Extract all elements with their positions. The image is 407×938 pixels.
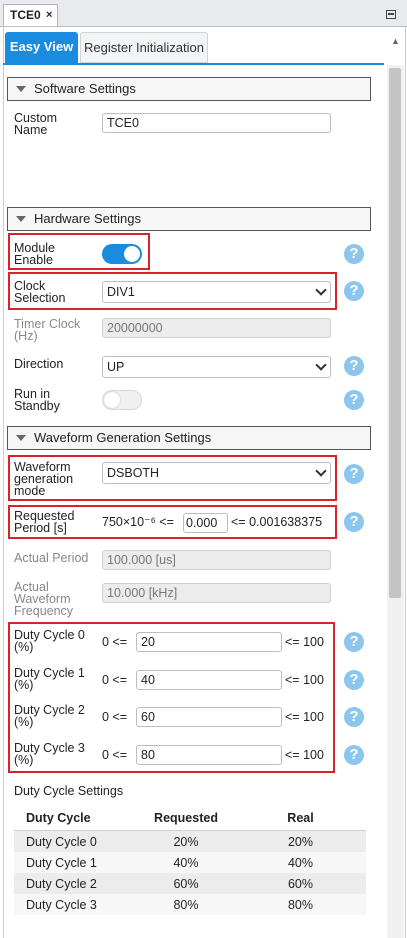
direction-select[interactable]: UP bbox=[102, 356, 331, 378]
table-row: Duty Cycle 0 20% 20% bbox=[14, 830, 366, 852]
table-row: Duty Cycle 3 80% 80% bbox=[14, 894, 366, 915]
table-cell: Duty Cycle 1 bbox=[14, 852, 137, 873]
column-header: Requested bbox=[137, 806, 235, 831]
help-icon[interactable]: ? bbox=[344, 356, 364, 376]
tab-underline bbox=[3, 63, 384, 65]
duty-cycle-2-max: <= 100 bbox=[285, 710, 324, 724]
table-cell: 60% bbox=[235, 873, 366, 894]
help-icon[interactable]: ? bbox=[344, 745, 364, 765]
document-tab-tce0[interactable]: TCE0 × bbox=[3, 4, 58, 26]
table-cell: 40% bbox=[235, 852, 366, 873]
timer-clock-label: Timer Clock (Hz) bbox=[14, 317, 81, 343]
column-header: Duty Cycle bbox=[14, 806, 137, 831]
chevron-down-icon bbox=[315, 465, 327, 477]
toggle-knob bbox=[124, 246, 140, 262]
minimize-icon[interactable] bbox=[386, 10, 396, 19]
help-icon[interactable]: ? bbox=[344, 670, 364, 690]
duty-cycle-3-min: 0 <= bbox=[102, 748, 128, 762]
table-row: Duty Cycle 1 40% 40% bbox=[14, 852, 366, 873]
column-header: Real bbox=[235, 806, 366, 831]
custom-name-input[interactable]: TCE0 bbox=[102, 113, 331, 133]
direction-label: Direction bbox=[14, 357, 64, 371]
tab-register-initialization[interactable]: Register Initialization bbox=[80, 32, 208, 63]
duty-cycle-0-max: <= 100 bbox=[285, 635, 324, 649]
collapse-triangle-icon bbox=[16, 216, 26, 222]
actual-waveform-frequency-label: Actual Waveform Frequency bbox=[14, 580, 74, 618]
help-icon[interactable]: ? bbox=[344, 390, 364, 410]
timer-clock-field: 20000000 bbox=[102, 318, 331, 338]
section-hardware-settings[interactable]: Hardware Settings bbox=[7, 207, 371, 231]
waveform-mode-select[interactable]: DSBOTH bbox=[102, 462, 331, 484]
help-icon[interactable]: ? bbox=[344, 464, 364, 484]
section-software-settings[interactable]: Software Settings bbox=[7, 77, 371, 101]
tab-easy-view[interactable]: Easy View bbox=[5, 32, 78, 63]
module-enable-toggle[interactable] bbox=[102, 244, 142, 264]
duty-cycle-2-input[interactable]: 60 bbox=[136, 707, 282, 727]
duty-cycle-1-label: Duty Cycle 1 (%) bbox=[14, 666, 85, 692]
clock-selection-select[interactable]: DIV1 bbox=[102, 281, 331, 303]
table-header-row: Duty Cycle Requested Real bbox=[14, 806, 366, 831]
table-cell: 80% bbox=[235, 894, 366, 915]
duty-cycle-0-label: Duty Cycle 0 (%) bbox=[14, 628, 85, 654]
table-cell: 60% bbox=[137, 873, 235, 894]
duty-cycle-2-min: 0 <= bbox=[102, 710, 128, 724]
help-icon[interactable]: ? bbox=[344, 707, 364, 727]
duty-cycle-2-label: Duty Cycle 2 (%) bbox=[14, 703, 85, 729]
requested-period-max: <= 0.001638375 bbox=[231, 515, 323, 529]
requested-period-label: Requested Period [s] bbox=[14, 509, 75, 535]
document-tab-strip bbox=[0, 0, 407, 27]
collapse-triangle-icon bbox=[16, 86, 26, 92]
chevron-down-icon bbox=[315, 284, 327, 296]
table-cell: Duty Cycle 2 bbox=[14, 873, 137, 894]
document-tab-title: TCE0 bbox=[10, 8, 41, 22]
table-cell: 20% bbox=[137, 830, 235, 852]
table-cell: 40% bbox=[137, 852, 235, 873]
clock-selection-label: Clock Selection bbox=[14, 279, 66, 305]
help-icon[interactable]: ? bbox=[344, 281, 364, 301]
help-icon[interactable]: ? bbox=[344, 244, 364, 264]
table-cell: Duty Cycle 3 bbox=[14, 894, 137, 915]
waveform-mode-value: DSBOTH bbox=[107, 466, 160, 480]
direction-value: UP bbox=[107, 360, 125, 374]
scrollbar-thumb[interactable] bbox=[389, 68, 401, 598]
module-enable-label: Module Enable bbox=[14, 241, 55, 267]
toggle-knob bbox=[104, 392, 120, 408]
collapse-triangle-icon bbox=[16, 435, 26, 441]
run-in-standby-toggle[interactable] bbox=[102, 390, 142, 410]
help-icon[interactable]: ? bbox=[344, 632, 364, 652]
run-in-standby-label: Run in Standby bbox=[14, 387, 60, 413]
duty-cycle-0-input[interactable]: 20 bbox=[136, 632, 282, 652]
scroll-up-arrow-icon[interactable]: ▲ bbox=[391, 36, 400, 46]
section-waveform-generation-settings[interactable]: Waveform Generation Settings bbox=[7, 426, 371, 450]
duty-cycle-table: Duty Cycle Requested Real Duty Cycle 0 2… bbox=[14, 806, 366, 915]
duty-cycle-3-input[interactable]: 80 bbox=[136, 745, 282, 765]
duty-cycle-0-min: 0 <= bbox=[102, 635, 128, 649]
actual-period-field: 100.000 [us] bbox=[102, 550, 331, 570]
table-cell: Duty Cycle 0 bbox=[14, 830, 137, 852]
custom-name-label: Custom Name bbox=[14, 111, 58, 137]
chevron-down-icon bbox=[315, 359, 327, 371]
table-row: Duty Cycle 2 60% 60% bbox=[14, 873, 366, 894]
waveform-mode-label: Waveform generation mode bbox=[14, 460, 74, 498]
section-title: Software Settings bbox=[34, 81, 136, 96]
duty-cycle-1-input[interactable]: 40 bbox=[136, 670, 282, 690]
clock-selection-value: DIV1 bbox=[107, 285, 135, 299]
section-title: Hardware Settings bbox=[34, 211, 141, 226]
duty-cycle-1-max: <= 100 bbox=[285, 673, 324, 687]
section-title: Waveform Generation Settings bbox=[34, 430, 212, 445]
table-cell: 20% bbox=[235, 830, 366, 852]
duty-cycle-3-max: <= 100 bbox=[285, 748, 324, 762]
help-icon[interactable]: ? bbox=[344, 512, 364, 532]
actual-period-label: Actual Period bbox=[14, 551, 89, 565]
duty-cycle-1-min: 0 <= bbox=[102, 673, 128, 687]
actual-waveform-frequency-field: 10.000 [kHz] bbox=[102, 583, 331, 603]
table-cell: 80% bbox=[137, 894, 235, 915]
requested-period-input[interactable]: 0.000 bbox=[183, 513, 228, 533]
requested-period-min: 750×10⁻⁶ <= bbox=[102, 515, 174, 529]
duty-cycle-3-label: Duty Cycle 3 (%) bbox=[14, 741, 85, 767]
close-icon[interactable]: × bbox=[46, 5, 52, 25]
duty-cycle-settings-title: Duty Cycle Settings bbox=[14, 784, 124, 798]
